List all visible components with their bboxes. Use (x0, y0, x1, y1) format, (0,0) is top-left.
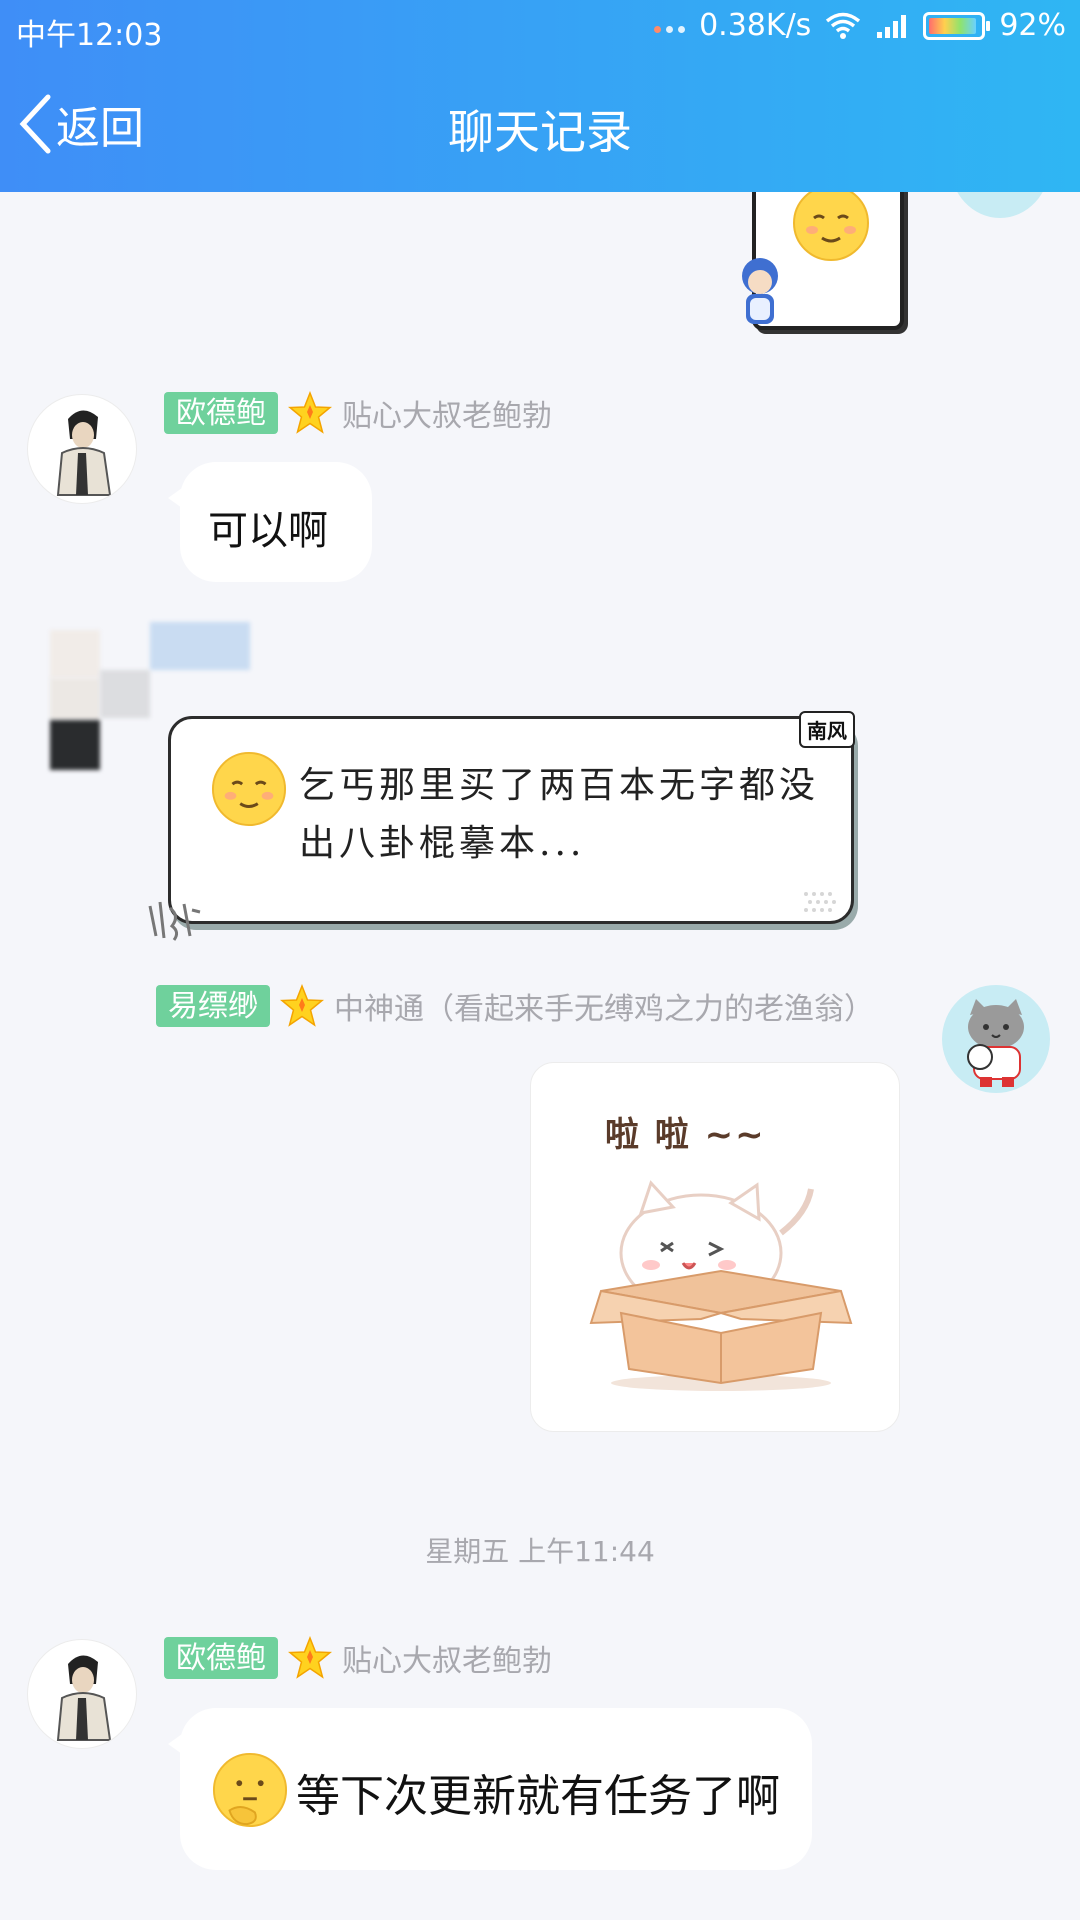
avatar-man-icon (56, 1655, 112, 1741)
time-divider: 星期五 上午11:44 (425, 1535, 655, 1568)
group-title-badge: 欧德鲍 (164, 392, 278, 434)
avatar[interactable] (28, 1640, 136, 1748)
page-title: 聊天记录 (448, 105, 632, 159)
halftone-decoration-icon (804, 892, 836, 912)
blurred-name (150, 622, 250, 670)
blurred-avatar (50, 678, 100, 720)
blurred-avatar (50, 720, 100, 770)
cat-in-box-icon (589, 1180, 853, 1391)
message-content: 乞丐那里买了两百本无字都没出八卦棍摹本... (211, 751, 821, 873)
star-icon (288, 1636, 332, 1679)
status-bar: 中午12:03 0.38K/s 92% (0, 0, 1080, 56)
chat-history-screen: 中午12:03 0.38K/s 92% 返回 聊天记录 欧德鲍 贴心大叔老鲍勃 … (0, 0, 1080, 1920)
notification-dots-icon (654, 26, 686, 33)
thinking-face-icon (212, 1752, 288, 1828)
star-icon (288, 391, 332, 434)
battery-percent: 92% (999, 8, 1066, 43)
message-bubble[interactable]: 可以啊 (168, 462, 372, 582)
signal-icon (877, 14, 907, 38)
sticker-caption: 啦 啦 ~~ (605, 1115, 766, 1155)
blurred-avatar (100, 670, 150, 718)
avatar[interactable] (942, 985, 1050, 1093)
avatar[interactable] (28, 395, 136, 503)
group-title-badge: 易缥缈 (156, 985, 270, 1027)
message-bubble[interactable]: 等下次更新就有任务了啊 (168, 1708, 812, 1870)
message-text: 等下次更新就有任务了啊 (296, 1771, 780, 1822)
sticker-message[interactable]: 啦 啦 ~~ (530, 1062, 900, 1432)
status-time: 中午12:03 (16, 18, 163, 53)
sender-nickname: 贴心大叔老鲍勃 (342, 399, 552, 434)
blurred-avatar (50, 630, 100, 678)
star-icon (280, 984, 324, 1027)
chibi-decoration-icon (742, 258, 778, 324)
status-indicators: 0.38K/s 92% (654, 8, 1066, 43)
header-bar: 中午12:03 0.38K/s 92% 返回 聊天记录 (0, 0, 1080, 192)
sender-info: 易缥缈 中神通（看起来手无缚鸡之力的老渔翁） (156, 984, 874, 1028)
pleading-face-icon (793, 185, 869, 261)
bubble-tag: 南风 (799, 711, 855, 748)
sender-info: 欧德鲍 贴心大叔老鲍勃 (164, 1636, 552, 1680)
wifi-icon (826, 12, 861, 39)
group-title-badge: 欧德鲍 (164, 1637, 278, 1679)
message-text: 乞丐那里买了两百本无字都没出八卦棍摹本... (299, 765, 820, 864)
sender-nickname: 贴心大叔老鲍勃 (342, 1644, 552, 1679)
avatar-man-icon (56, 410, 112, 496)
scribble-decoration-icon (148, 901, 201, 941)
message-bubble[interactable]: 南风 乞丐那里买了两百本无字都没出八卦棍摹本... (168, 711, 855, 924)
sender-nickname: 中神通（看起来手无缚鸡之力的老渔翁） (334, 992, 874, 1027)
network-speed: 0.38K/s (699, 8, 812, 43)
pleading-face-icon (211, 751, 287, 827)
battery-icon (923, 11, 991, 40)
message-text: 可以啊 (208, 508, 328, 554)
sender-info: 欧德鲍 贴心大叔老鲍勃 (164, 391, 552, 435)
avatar-cat-icon (967, 999, 1024, 1087)
